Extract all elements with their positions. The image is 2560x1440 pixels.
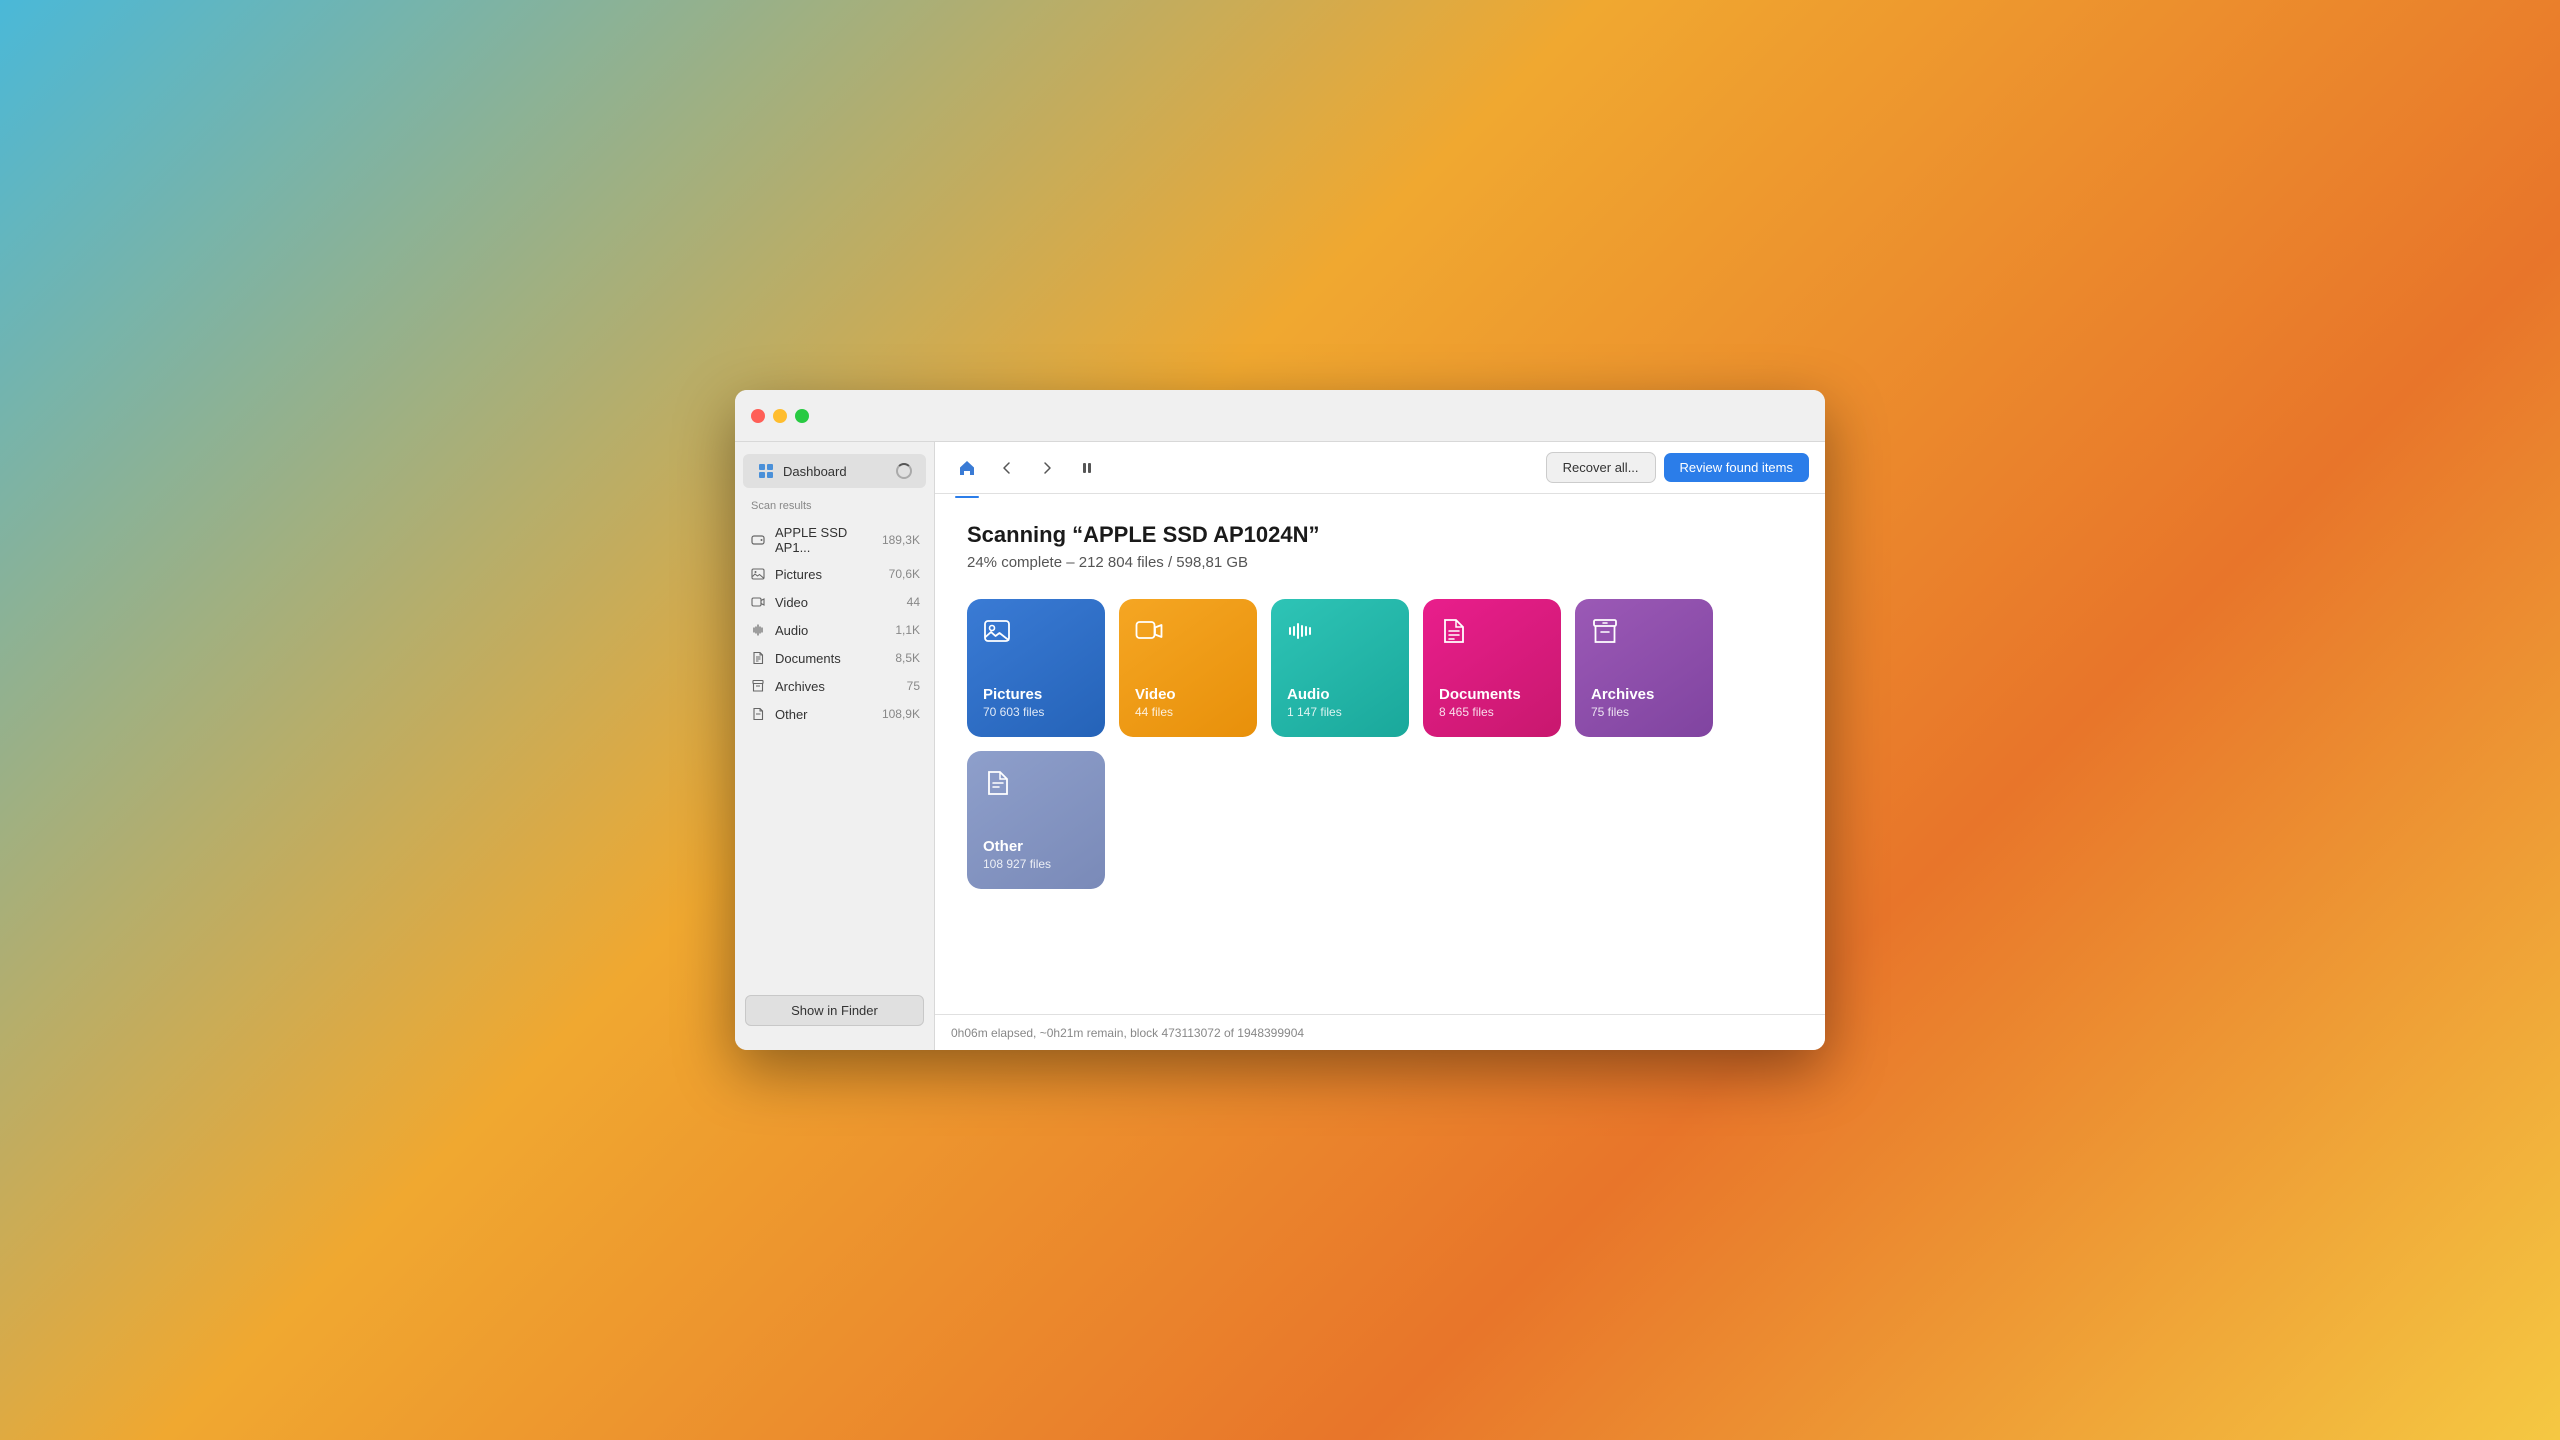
back-button[interactable] <box>991 452 1023 484</box>
card-count: 70 603 files <box>983 705 1089 719</box>
toolbar: Recover all... Review found items <box>935 442 1825 494</box>
card-count: 108 927 files <box>983 857 1089 871</box>
card-title: Archives <box>1591 686 1697 703</box>
sidebar-item-documents[interactable]: Documents 8,5K <box>735 644 934 672</box>
scan-subtitle: 24% complete – 212 804 files / 598,81 GB <box>967 554 1793 571</box>
content-area: Recover all... Review found items Scanni… <box>935 442 1825 1050</box>
status-text: 0h06m elapsed, ~0h21m remain, block 4731… <box>951 1026 1304 1040</box>
sidebar-item-count: 1,1K <box>895 623 920 637</box>
card-count: 44 files <box>1135 705 1241 719</box>
sidebar-item-count: 189,3K <box>882 533 920 547</box>
document-icon <box>749 649 767 667</box>
pictures-card-icon <box>983 617 1089 645</box>
other-card-icon <box>983 769 1089 797</box>
sidebar-item-count: 44 <box>907 595 920 609</box>
card-bottom-pictures: Pictures 70 603 files <box>983 686 1089 719</box>
card-bottom-documents: Documents 8 465 files <box>1439 686 1545 719</box>
card-title: Audio <box>1287 686 1393 703</box>
sidebar-item-name: Other <box>775 707 882 722</box>
archives-card-icon <box>1591 617 1697 645</box>
documents-card-icon <box>1439 617 1545 645</box>
sidebar-item-name: Audio <box>775 623 895 638</box>
main-content: Scanning “APPLE SSD AP1024N” 24% complet… <box>935 494 1825 1014</box>
sidebar-item-apple-ssd[interactable]: APPLE SSD AP1... 189,3K <box>735 520 934 560</box>
category-card-pictures[interactable]: Pictures 70 603 files <box>967 599 1105 737</box>
card-count: 1 147 files <box>1287 705 1393 719</box>
dashboard-item[interactable]: Dashboard <box>743 454 926 488</box>
category-card-documents[interactable]: Documents 8 465 files <box>1423 599 1561 737</box>
review-found-button[interactable]: Review found items <box>1664 453 1809 482</box>
status-bar: 0h06m elapsed, ~0h21m remain, block 4731… <box>935 1014 1825 1050</box>
sidebar-item-pictures[interactable]: Pictures 70,6K <box>735 560 934 588</box>
video-card-icon <box>1135 617 1241 645</box>
loading-spinner <box>896 463 912 479</box>
sidebar-item-count: 8,5K <box>895 651 920 665</box>
sidebar-item-name: Archives <box>775 679 907 694</box>
card-bottom-audio: Audio 1 147 files <box>1287 686 1393 719</box>
sidebar-item-audio[interactable]: Audio 1,1K <box>735 616 934 644</box>
sidebar-item-name: Documents <box>775 651 895 666</box>
sidebar-item-video[interactable]: Video 44 <box>735 588 934 616</box>
drive-icon <box>749 531 767 549</box>
card-bottom-video: Video 44 files <box>1135 686 1241 719</box>
maximize-button[interactable] <box>795 409 809 423</box>
audio-icon <box>749 621 767 639</box>
scan-title: Scanning “APPLE SSD AP1024N” <box>967 522 1793 548</box>
card-title: Documents <box>1439 686 1545 703</box>
audio-card-icon <box>1287 617 1393 645</box>
card-bottom-other: Other 108 927 files <box>983 838 1089 871</box>
sidebar-item-name: Pictures <box>775 567 889 582</box>
sidebar-footer: Show in Finder <box>735 983 934 1038</box>
titlebar <box>735 390 1825 442</box>
sidebar-item-count: 70,6K <box>889 567 920 581</box>
show-finder-button[interactable]: Show in Finder <box>745 995 924 1026</box>
home-button[interactable] <box>951 452 983 484</box>
sidebar-item-count: 75 <box>907 679 920 693</box>
forward-button[interactable] <box>1031 452 1063 484</box>
card-count: 75 files <box>1591 705 1697 719</box>
card-bottom-archives: Archives 75 files <box>1591 686 1697 719</box>
archive-icon <box>749 677 767 695</box>
main-layout: Dashboard Scan results APPLE SSD AP1... … <box>735 442 1825 1050</box>
card-title: Other <box>983 838 1089 855</box>
sidebar-item-count: 108,9K <box>882 707 920 721</box>
sidebar-item-archives[interactable]: Archives 75 <box>735 672 934 700</box>
category-card-audio[interactable]: Audio 1 147 files <box>1271 599 1409 737</box>
traffic-lights <box>751 409 809 423</box>
category-card-video[interactable]: Video 44 files <box>1119 599 1257 737</box>
pause-button[interactable] <box>1071 452 1103 484</box>
scan-results-label: Scan results <box>735 496 934 520</box>
pictures-icon <box>749 565 767 583</box>
recover-all-button[interactable]: Recover all... <box>1546 452 1656 483</box>
dashboard-icon <box>757 462 775 480</box>
category-card-archives[interactable]: Archives 75 files <box>1575 599 1713 737</box>
other-icon <box>749 705 767 723</box>
main-window: Dashboard Scan results APPLE SSD AP1... … <box>735 390 1825 1050</box>
sidebar: Dashboard Scan results APPLE SSD AP1... … <box>735 442 935 1050</box>
sidebar-item-name: Video <box>775 595 907 610</box>
card-title: Video <box>1135 686 1241 703</box>
sidebar-item-name: APPLE SSD AP1... <box>775 525 882 555</box>
category-card-other[interactable]: Other 108 927 files <box>967 751 1105 889</box>
minimize-button[interactable] <box>773 409 787 423</box>
category-grid: Pictures 70 603 files <box>967 599 1793 889</box>
sidebar-item-other[interactable]: Other 108,9K <box>735 700 934 728</box>
close-button[interactable] <box>751 409 765 423</box>
dashboard-label: Dashboard <box>783 464 896 479</box>
card-title: Pictures <box>983 686 1089 703</box>
card-count: 8 465 files <box>1439 705 1545 719</box>
video-icon <box>749 593 767 611</box>
